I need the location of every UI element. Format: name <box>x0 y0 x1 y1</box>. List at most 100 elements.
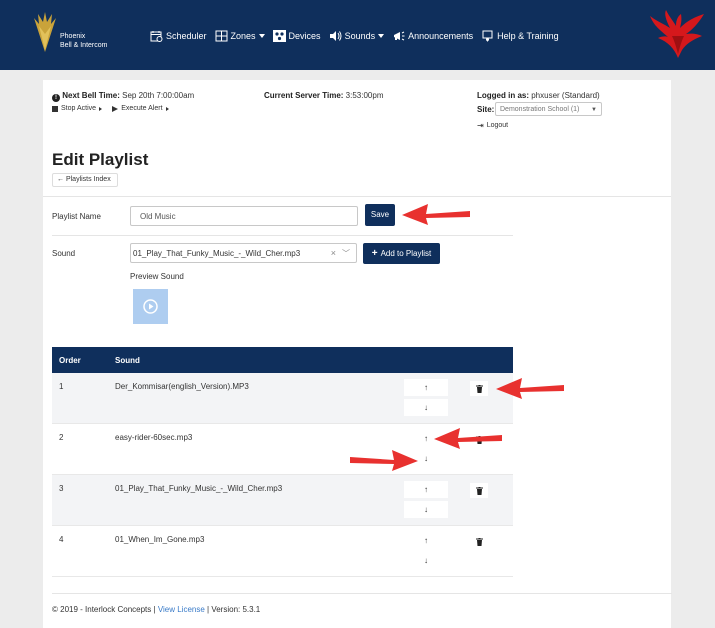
arrow-left-icon: ← <box>57 176 64 183</box>
calendar-clock-icon <box>150 30 163 42</box>
nav-zones-label: Zones <box>230 31 256 41</box>
stop-active-button[interactable]: Stop Active <box>52 103 103 114</box>
arrow-up-icon: ↑ <box>424 536 428 545</box>
arrow-down-icon: ↓ <box>424 454 428 463</box>
nav-help[interactable]: Help & Training <box>481 30 559 42</box>
add-to-playlist-button[interactable]: + Add to Playlist <box>363 243 440 264</box>
sign-out-icon: ⇥ <box>477 121 484 130</box>
sound-select[interactable]: 01_Play_That_Funky_Music_-_Wild_Cher.mp3… <box>130 243 357 263</box>
move-up-button[interactable]: ↑ <box>404 379 448 396</box>
annotation-arrow-save <box>402 204 470 225</box>
nav-devices[interactable]: Devices <box>272 30 321 42</box>
brand-line2: Bell & Intercom <box>60 42 108 49</box>
nav-announcements[interactable]: Announcements <box>392 30 473 42</box>
arrow-down-icon: ↓ <box>424 403 428 412</box>
sound-label: Sound <box>52 249 76 258</box>
stop-square-icon <box>52 105 58 112</box>
help-icon <box>481 30 494 42</box>
table-row: 1 Der_Kommisar(english_Version).MP3 ↑ ↓ <box>52 373 513 424</box>
brand-text: Phoenix Bell & Intercom <box>60 32 107 50</box>
nav-sounds[interactable]: Sounds <box>329 30 385 42</box>
play-circle-icon <box>143 299 158 314</box>
logged-in-label: Logged in as: <box>477 91 529 100</box>
server-time-value: 3:53:00pm <box>345 91 384 100</box>
trash-icon <box>475 384 483 393</box>
table-row: 4 01_When_Im_Gone.mp3 ↑ ↓ <box>52 526 513 577</box>
arrow-up-icon: ↑ <box>424 383 428 392</box>
annotation-arrow-delete <box>496 378 564 399</box>
execute-alert-button[interactable]: Execute Alert <box>112 103 169 114</box>
row-sound: 01_When_Im_Gone.mp3 <box>115 535 205 544</box>
logout-button[interactable]: ⇥ Logout <box>477 121 508 130</box>
table-header: Order Sound <box>52 347 513 373</box>
preview-play-button[interactable] <box>133 289 168 324</box>
server-time-label: Current Server Time: <box>264 91 344 100</box>
logged-in-block: Logged in as: phxuser (Standard) <box>477 90 600 101</box>
footer-version: | Version: 5.3.1 <box>204 605 261 614</box>
zones-grid-icon <box>215 30 228 42</box>
phoenix-wing-logo-icon <box>34 12 56 52</box>
move-up-button[interactable]: ↑ <box>404 481 448 498</box>
play-icon <box>112 105 119 112</box>
chevron-down-icon <box>258 34 265 38</box>
annotation-arrow-move-up <box>434 428 502 449</box>
brand-logo[interactable]: Phoenix Bell & Intercom <box>30 12 130 58</box>
breadcrumb-playlists-index[interactable]: ← Playlists Index <box>52 173 118 187</box>
main-nav: Scheduler Zones Devices Sounds Announcem… <box>150 28 567 44</box>
move-up-button[interactable]: ↑ <box>404 532 448 549</box>
content-card: ! Next Bell Time: Sep 20th 7:00:00am Sto… <box>43 80 672 628</box>
move-down-button[interactable]: ↓ <box>404 501 448 518</box>
delete-button[interactable] <box>470 534 488 549</box>
logout-label: Logout <box>486 122 509 129</box>
chevron-down-icon <box>378 34 385 38</box>
phoenix-bird-icon <box>650 10 704 58</box>
devices-icon <box>272 30 286 42</box>
divider <box>52 235 513 236</box>
chevron-down-icon: ▼ <box>591 107 597 113</box>
caret-right-icon <box>99 106 103 111</box>
arrow-down-icon: ↓ <box>424 556 428 565</box>
site-select-value: Demonstration School (1) <box>500 106 580 113</box>
clear-icon[interactable]: × <box>331 248 336 258</box>
nav-sounds-label: Sounds <box>344 31 376 41</box>
save-button[interactable]: Save <box>365 204 395 226</box>
row-order: 3 <box>59 484 64 493</box>
nav-zones[interactable]: Zones <box>215 30 265 42</box>
site-label: Site: <box>477 105 495 114</box>
nav-announcements-label: Announcements <box>408 31 474 41</box>
delete-button[interactable] <box>470 381 488 396</box>
top-navbar: Phoenix Bell & Intercom Scheduler Zones … <box>0 0 715 70</box>
playlist-table: Order Sound 1 Der_Kommisar(english_Versi… <box>52 347 513 577</box>
next-bell-value: Sep 20th 7:00:00am <box>122 91 195 100</box>
server-time-block: Current Server Time: 3:53:00pm <box>264 90 383 101</box>
annotation-arrow-move-down <box>350 450 418 471</box>
row-sound: Der_Kommisar(english_Version).MP3 <box>115 382 249 391</box>
header-order: Order <box>59 356 81 365</box>
row-order: 4 <box>59 535 64 544</box>
nav-devices-label: Devices <box>288 31 321 41</box>
breadcrumb-label: Playlists Index <box>65 176 111 183</box>
view-license-link[interactable]: View License <box>158 605 205 614</box>
nav-scheduler-label: Scheduler <box>166 31 207 41</box>
nav-help-label: Help & Training <box>497 31 559 41</box>
arrow-up-icon: ↑ <box>424 434 428 443</box>
logged-in-value: phxuser (Standard) <box>531 91 600 100</box>
caret-right-icon <box>165 106 169 111</box>
add-to-playlist-label: Add to Playlist <box>380 249 432 258</box>
site-select[interactable]: Demonstration School (1) ▼ <box>495 102 602 116</box>
trash-icon <box>475 537 483 546</box>
arrow-down-icon: ↓ <box>424 505 428 514</box>
row-order: 1 <box>59 382 64 391</box>
footer-copyright: © 2019 - Interlock Concepts | <box>52 605 158 614</box>
nav-scheduler[interactable]: Scheduler <box>150 30 207 42</box>
playlist-name-label: Playlist Name <box>52 212 101 221</box>
sound-select-value: 01_Play_That_Funky_Music_-_Wild_Cher.mp3 <box>133 249 301 258</box>
header-sound: Sound <box>115 356 140 365</box>
footer-divider <box>52 593 672 594</box>
chevron-down-icon: ﹀ <box>342 249 350 258</box>
arrow-up-icon: ↑ <box>424 485 428 494</box>
playlist-name-input[interactable]: Old Music <box>130 206 358 226</box>
move-down-button[interactable]: ↓ <box>404 552 448 569</box>
move-down-button[interactable]: ↓ <box>404 399 448 416</box>
delete-button[interactable] <box>470 483 488 498</box>
